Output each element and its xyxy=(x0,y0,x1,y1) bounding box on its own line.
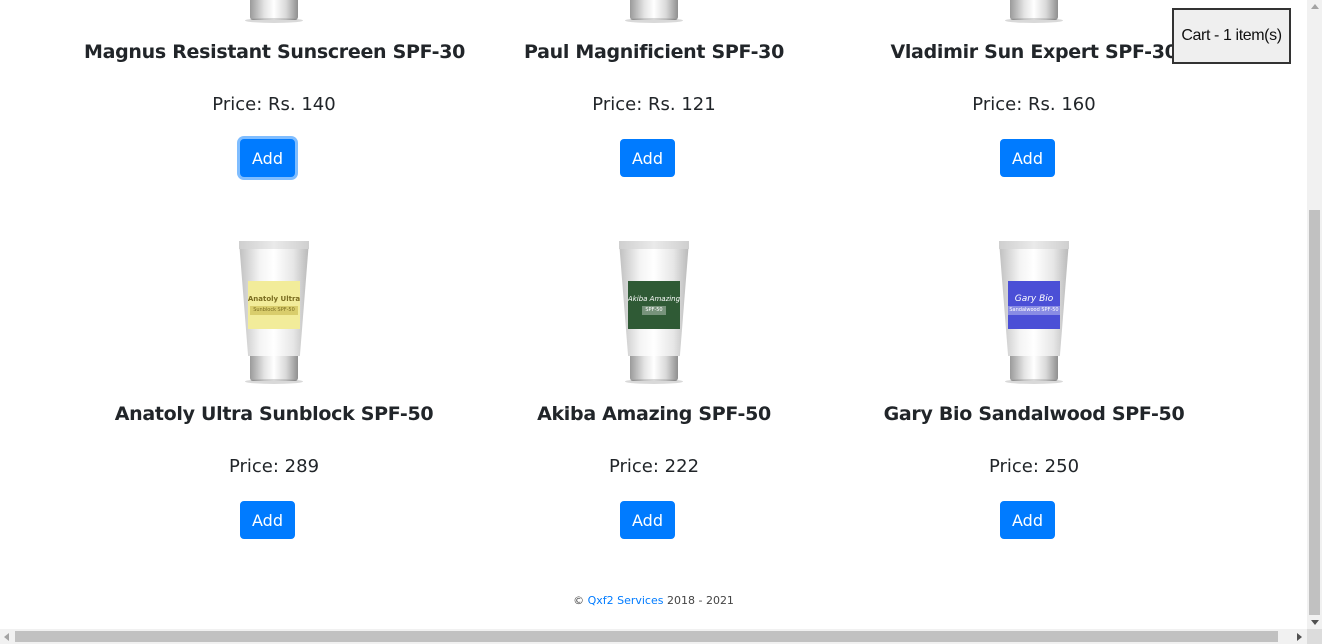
add-button[interactable]: Add xyxy=(620,139,675,177)
footer: © Qxf2 Services 2018 - 2021 xyxy=(0,594,1307,607)
scroll-up-arrow-icon[interactable] xyxy=(1311,4,1319,9)
add-button[interactable]: Add xyxy=(240,139,295,177)
tube-label-subtext: Sunblock SPF-50 xyxy=(250,306,298,315)
qxf2-services-link[interactable]: Qxf2 Services xyxy=(588,594,664,607)
tube-label-text: Akiba Amazing xyxy=(628,295,680,303)
horizontal-scroll-thumb[interactable] xyxy=(15,631,1278,642)
product-price: Price: Rs. 140 xyxy=(212,94,336,115)
add-button[interactable]: Add xyxy=(620,501,675,539)
footer-years: 2018 - 2021 xyxy=(666,594,734,607)
page-content: Magnus Resistant Sunscreen SPF-30 Price:… xyxy=(0,0,1307,629)
tube-label-subtext: SPF-50 xyxy=(642,306,666,315)
product-name: Akiba Amazing SPF-50 xyxy=(537,403,771,425)
product-name: Magnus Resistant Sunscreen SPF-30 xyxy=(84,41,466,63)
vertical-scrollbar[interactable] xyxy=(1307,0,1322,629)
tube-label-text: Gary Bio xyxy=(1014,294,1054,304)
vertical-scroll-thumb[interactable] xyxy=(1309,210,1320,615)
product-price: Price: Rs. 121 xyxy=(592,94,716,115)
scroll-down-arrow-icon[interactable] xyxy=(1311,620,1319,625)
horizontal-scrollbar[interactable] xyxy=(0,629,1307,644)
product-name: Paul Magnificient SPF-30 xyxy=(523,41,785,63)
product-price: Price: 289 xyxy=(228,456,320,477)
tube-label-subtext: Sandalwood SPF-50 xyxy=(1008,306,1060,315)
add-button[interactable]: Add xyxy=(240,501,295,539)
product-name: Gary Bio Sandalwood SPF-50 xyxy=(883,403,1185,425)
product-price: Price: 222 xyxy=(608,456,700,477)
product-name: Vladimir Sun Expert SPF-30 xyxy=(890,41,1178,63)
product-price: Price: 250 xyxy=(988,456,1080,477)
tube-label-text: Anatoly Ultra xyxy=(248,295,300,303)
scroll-left-arrow-icon[interactable] xyxy=(4,633,9,641)
scrollbar-corner xyxy=(1307,629,1322,644)
scroll-right-arrow-icon[interactable] xyxy=(1297,633,1302,641)
copyright-symbol: © xyxy=(573,594,585,607)
product-price: Price: Rs. 160 xyxy=(972,94,1096,115)
add-button[interactable]: Add xyxy=(1000,139,1055,177)
cart-button[interactable]: Cart - 1 item(s) xyxy=(1172,8,1291,64)
product-name: Anatoly Ultra Sunblock SPF-50 xyxy=(114,403,434,425)
add-button[interactable]: Add xyxy=(1000,501,1055,539)
